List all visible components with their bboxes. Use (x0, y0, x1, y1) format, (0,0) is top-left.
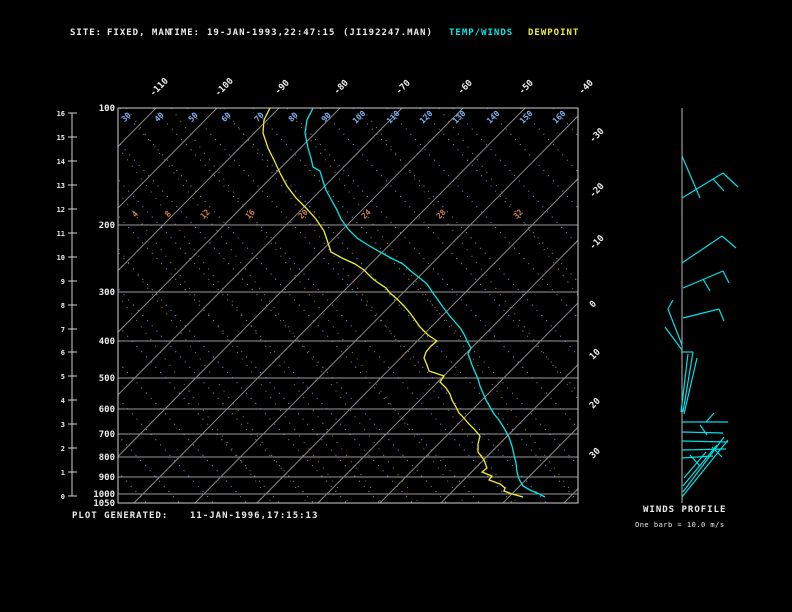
svg-text:14: 14 (57, 158, 65, 166)
svg-text:30: 30 (120, 111, 133, 124)
svg-text:120: 120 (418, 109, 435, 126)
svg-text:9: 9 (61, 278, 65, 286)
svg-text:11: 11 (57, 230, 65, 238)
svg-text:2: 2 (61, 445, 65, 453)
svg-text:8: 8 (163, 209, 173, 219)
svg-text:4: 4 (61, 397, 65, 405)
svg-text:60: 60 (220, 111, 233, 124)
mixing-ratio-lines (118, 108, 578, 503)
svg-text:300: 300 (99, 288, 115, 298)
svg-text:-50: -50 (517, 78, 536, 97)
svg-text:700: 700 (99, 430, 115, 440)
svg-text:-30: -30 (588, 127, 607, 146)
pressure-gridlines (118, 224, 578, 495)
svg-text:-60: -60 (456, 78, 475, 97)
svg-text:13: 13 (57, 182, 65, 190)
svg-text:40: 40 (153, 111, 166, 124)
svg-text:32: 32 (512, 208, 525, 221)
height-axis: 012345678910111213141516 (57, 110, 77, 501)
svg-text:160: 160 (551, 109, 568, 126)
svg-text:130: 130 (451, 109, 468, 126)
svg-text:12: 12 (199, 208, 212, 221)
svg-text:200: 200 (99, 221, 115, 231)
svg-text:6: 6 (61, 349, 65, 357)
svg-text:15: 15 (57, 134, 65, 142)
dry-adiabat-lines (118, 108, 578, 503)
svg-text:8: 8 (61, 302, 65, 310)
svg-text:10: 10 (588, 347, 603, 362)
dry-adiabat-labels: 30 40 50 60 70 80 90 100 110 120 130 140 150 160 (120, 109, 568, 126)
svg-text:1: 1 (61, 469, 65, 477)
temperature-trace (304, 107, 546, 498)
svg-text:10: 10 (57, 254, 65, 262)
svg-text:50: 50 (187, 111, 200, 124)
svg-text:0: 0 (588, 299, 599, 310)
svg-text:0: 0 (61, 493, 65, 501)
svg-text:800: 800 (99, 453, 115, 463)
svg-text:3: 3 (61, 421, 65, 429)
svg-text:900: 900 (99, 473, 115, 483)
svg-text:90: 90 (320, 111, 333, 124)
pressure-labels: 10020030040050060070080090010001050 (93, 104, 115, 509)
svg-text:20: 20 (588, 396, 603, 411)
svg-text:140: 140 (485, 109, 502, 126)
svg-text:-110: -110 (148, 76, 170, 98)
svg-text:-10: -10 (588, 234, 607, 253)
svg-text:500: 500 (99, 374, 115, 384)
svg-text:-100: -100 (213, 76, 235, 98)
svg-text:24: 24 (360, 208, 373, 221)
svg-text:150: 150 (518, 109, 535, 126)
winds-profile-title: WINDS PROFILE (643, 505, 727, 515)
top-temp-labels: -110 -100 -90 -80 -70 -60 -50 -40 (148, 76, 595, 98)
skewt-app-window: SITE: FIXED, MAN TIME: 19-JAN-1993,22:47… (0, 0, 792, 612)
svg-text:-80: -80 (332, 78, 351, 97)
svg-text:28: 28 (435, 208, 448, 221)
svg-text:5: 5 (61, 373, 65, 381)
right-temp-labels: -30 -20 -10 0 10 20 30 (588, 127, 607, 462)
plot-generated-value: 11-JAN-1996,17:15:13 (190, 511, 319, 521)
svg-text:16: 16 (57, 110, 65, 118)
isotherm-lines (118, 108, 578, 503)
svg-text:80: 80 (287, 111, 300, 124)
plot-frame (117, 107, 579, 504)
svg-text:100: 100 (99, 104, 115, 114)
svg-text:100: 100 (351, 109, 368, 126)
plot-generated-label: PLOT GENERATED: (72, 511, 169, 521)
svg-text:12: 12 (57, 206, 65, 214)
svg-text:-20: -20 (588, 182, 607, 201)
winds-profile-subtitle: One barb = 10.0 m/s (635, 521, 725, 529)
svg-text:7: 7 (61, 326, 65, 334)
svg-text:-40: -40 (577, 78, 596, 97)
svg-text:1050: 1050 (93, 499, 115, 509)
svg-text:16: 16 (244, 208, 257, 221)
svg-text:4: 4 (130, 209, 140, 219)
svg-text:400: 400 (99, 337, 115, 347)
svg-text:30: 30 (588, 446, 603, 461)
svg-text:-90: -90 (273, 78, 292, 97)
svg-text:-70: -70 (394, 78, 413, 97)
svg-text:600: 600 (99, 405, 115, 415)
wind-barbs (664, 155, 739, 498)
mixing-line-labels: 4 8 12 16 20 24 28 32 (130, 208, 525, 221)
